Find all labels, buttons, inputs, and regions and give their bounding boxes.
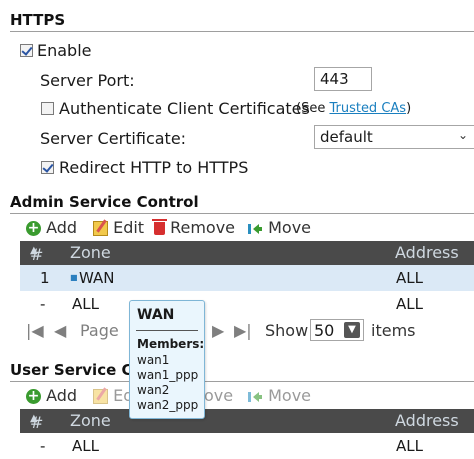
admin-remove-label: Remove — [170, 218, 236, 237]
last-page-icon[interactable]: ▶| — [234, 321, 252, 340]
row-address: ALL — [396, 269, 423, 287]
server-certificate-select[interactable]: default ⌄ — [314, 125, 474, 149]
table-row[interactable]: - ALL ALL — [20, 291, 474, 317]
tooltip-member: wan1 — [137, 353, 170, 367]
row-address: ALL — [396, 295, 423, 313]
tooltip-divider — [136, 330, 198, 331]
edit-icon — [93, 389, 108, 404]
row-num: - — [40, 437, 46, 455]
table-row[interactable]: 1 ■ WAN ALL — [20, 265, 474, 291]
user-remove-label: ove — [204, 386, 234, 405]
user-table-header: # ▲ Zone Address — [20, 409, 474, 433]
row-zone: ALL — [72, 437, 99, 455]
user-add-label: Add — [46, 386, 78, 405]
server-port-input[interactable]: 443 — [314, 67, 372, 91]
zone-members-tooltip: WAN Members: wan1 wan1_ppp wan2 wan2_ppp — [129, 300, 205, 419]
trusted-cas-link[interactable]: Trusted CAs — [329, 101, 406, 116]
admin-add-button[interactable]: + Add — [26, 218, 77, 237]
sort-up-icon: ▲ — [30, 245, 38, 256]
items-per-page-value: 50 — [314, 321, 335, 340]
user-move-button[interactable]: Move — [247, 386, 311, 405]
add-icon: + — [26, 220, 41, 236]
chevron-down-icon: ▼ — [344, 322, 360, 338]
admin-edit-label: Edit — [113, 218, 145, 237]
items-label: items — [371, 321, 416, 340]
prev-page-icon[interactable]: ◀ — [54, 321, 66, 340]
redirect-http-checkbox[interactable] — [41, 161, 54, 174]
zone-object-icon: ■ — [70, 273, 78, 282]
authenticate-client-label: Authenticate Client Certificates — [59, 99, 310, 118]
show-label: Show — [265, 321, 309, 340]
row-address: ALL — [396, 437, 423, 455]
tooltip-member: wan1_ppp — [137, 368, 199, 382]
server-certificate-label: Server Certificate: — [40, 129, 187, 148]
admin-move-button[interactable]: Move — [247, 218, 311, 237]
admin-pager: |◀ ◀ Page ▶ ▶| Show 50 ▼ items — [20, 318, 474, 344]
see-prefix: (See — [296, 101, 330, 116]
https-section-title: HTTPS — [10, 11, 66, 29]
user-add-button[interactable]: + Add — [26, 386, 77, 405]
tooltip-member: wan2_ppp — [137, 398, 199, 412]
sort-up-icon: ▲ — [30, 413, 38, 424]
https-divider — [10, 31, 474, 32]
admin-edit-button[interactable]: Edit — [93, 218, 144, 237]
add-icon: + — [26, 388, 41, 404]
move-icon — [248, 391, 262, 402]
table-row[interactable]: - ALL ALL — [20, 433, 474, 459]
edit-icon — [93, 221, 108, 236]
authenticate-client-checkbox[interactable] — [41, 102, 54, 115]
chevron-down-icon: ⌄ — [458, 128, 469, 142]
address-column-header[interactable]: Address — [395, 243, 459, 262]
move-icon — [248, 223, 262, 234]
tooltip-members-label: Members: — [137, 337, 205, 351]
first-page-icon[interactable]: |◀ — [26, 321, 44, 340]
server-certificate-value: default — [320, 128, 373, 146]
trusted-cas-note: (See Trusted CAs) — [296, 101, 411, 116]
user-service-divider — [10, 381, 474, 382]
admin-service-divider — [10, 213, 474, 214]
address-column-header[interactable]: Address — [395, 411, 459, 430]
tooltip-title: WAN — [137, 307, 175, 323]
zone-column-header[interactable]: Zone — [70, 411, 111, 430]
page-label: Page — [80, 321, 119, 340]
redirect-http-label: Redirect HTTP to HTTPS — [59, 158, 249, 177]
next-page-icon[interactable]: ▶ — [212, 321, 224, 340]
row-num: 1 — [40, 269, 50, 287]
user-remove-button[interactable]: ove — [204, 386, 233, 405]
server-port-label: Server Port: — [40, 71, 135, 90]
admin-move-label: Move — [268, 218, 311, 237]
enable-label: Enable — [37, 41, 92, 60]
items-per-page-select[interactable]: 50 ▼ — [310, 319, 364, 341]
admin-service-title: Admin Service Control — [10, 193, 199, 211]
row-zone: ALL — [72, 295, 99, 313]
admin-table-header: # ▲ Zone Address — [20, 241, 474, 265]
admin-add-label: Add — [46, 218, 78, 237]
row-num: - — [40, 295, 46, 313]
trash-icon — [152, 219, 167, 235]
tooltip-member: wan2 — [137, 383, 170, 397]
zone-column-header[interactable]: Zone — [70, 243, 111, 262]
see-suffix: ) — [406, 101, 412, 116]
admin-remove-button[interactable]: Remove — [152, 218, 236, 237]
row-zone: WAN — [79, 269, 115, 287]
user-edit-button[interactable]: Ed — [93, 386, 133, 405]
user-move-label: Move — [268, 386, 311, 405]
enable-checkbox[interactable] — [20, 44, 33, 57]
